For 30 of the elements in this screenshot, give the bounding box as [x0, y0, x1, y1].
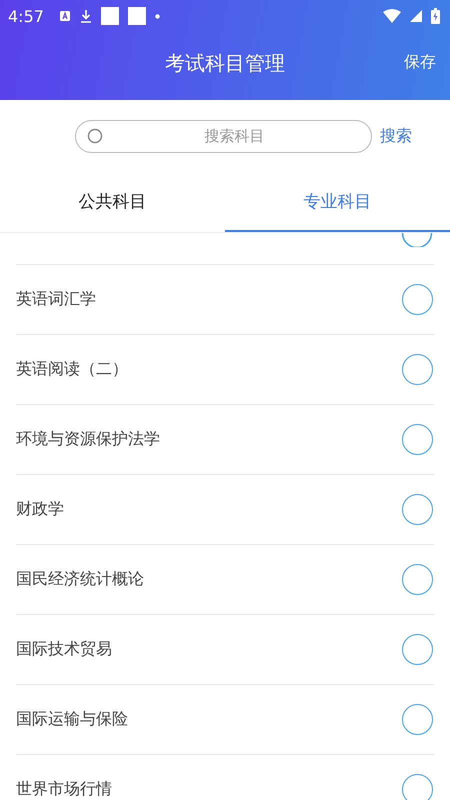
subject-name: 环境与资源保护法学 [16, 429, 160, 450]
radio-button[interactable] [402, 704, 433, 735]
dot-icon [154, 14, 160, 18]
radio-button[interactable] [402, 634, 433, 665]
radio-button[interactable] [402, 354, 433, 385]
signal-icon [410, 10, 422, 22]
page-title: 考试科目管理 [165, 50, 285, 76]
download-icon [80, 9, 92, 23]
subject-name: 国际运输与保险 [16, 709, 128, 730]
subject-name: 国际技术贸易 [16, 639, 112, 660]
status-time: 4:57 [8, 6, 44, 26]
search-field[interactable]: 搜索科目 [75, 120, 372, 152]
subject-name: 财政学 [16, 499, 64, 520]
tab[interactable]: 专业科目 [225, 172, 450, 232]
subject-name: 国民经济统计概论 [16, 569, 144, 590]
subject-name: 英语词汇学 [16, 289, 96, 310]
subject-name: 世界市场行情 [16, 779, 112, 800]
subject-name: 英语阅读（二） [16, 359, 128, 380]
save-button[interactable]: 保存 [402, 50, 438, 75]
search-icon [87, 128, 103, 144]
tab[interactable]: 公共科目 [0, 172, 225, 232]
search-button[interactable]: 搜索 [378, 124, 414, 148]
radio-button[interactable] [402, 774, 433, 800]
wifi-icon [383, 9, 401, 23]
radio-button[interactable] [402, 424, 433, 455]
radio-button[interactable] [402, 494, 433, 525]
radio-button[interactable] [402, 564, 433, 595]
radio-button[interactable] [402, 284, 433, 315]
radio-icon [401, 233, 433, 247]
battery-icon [431, 8, 440, 24]
